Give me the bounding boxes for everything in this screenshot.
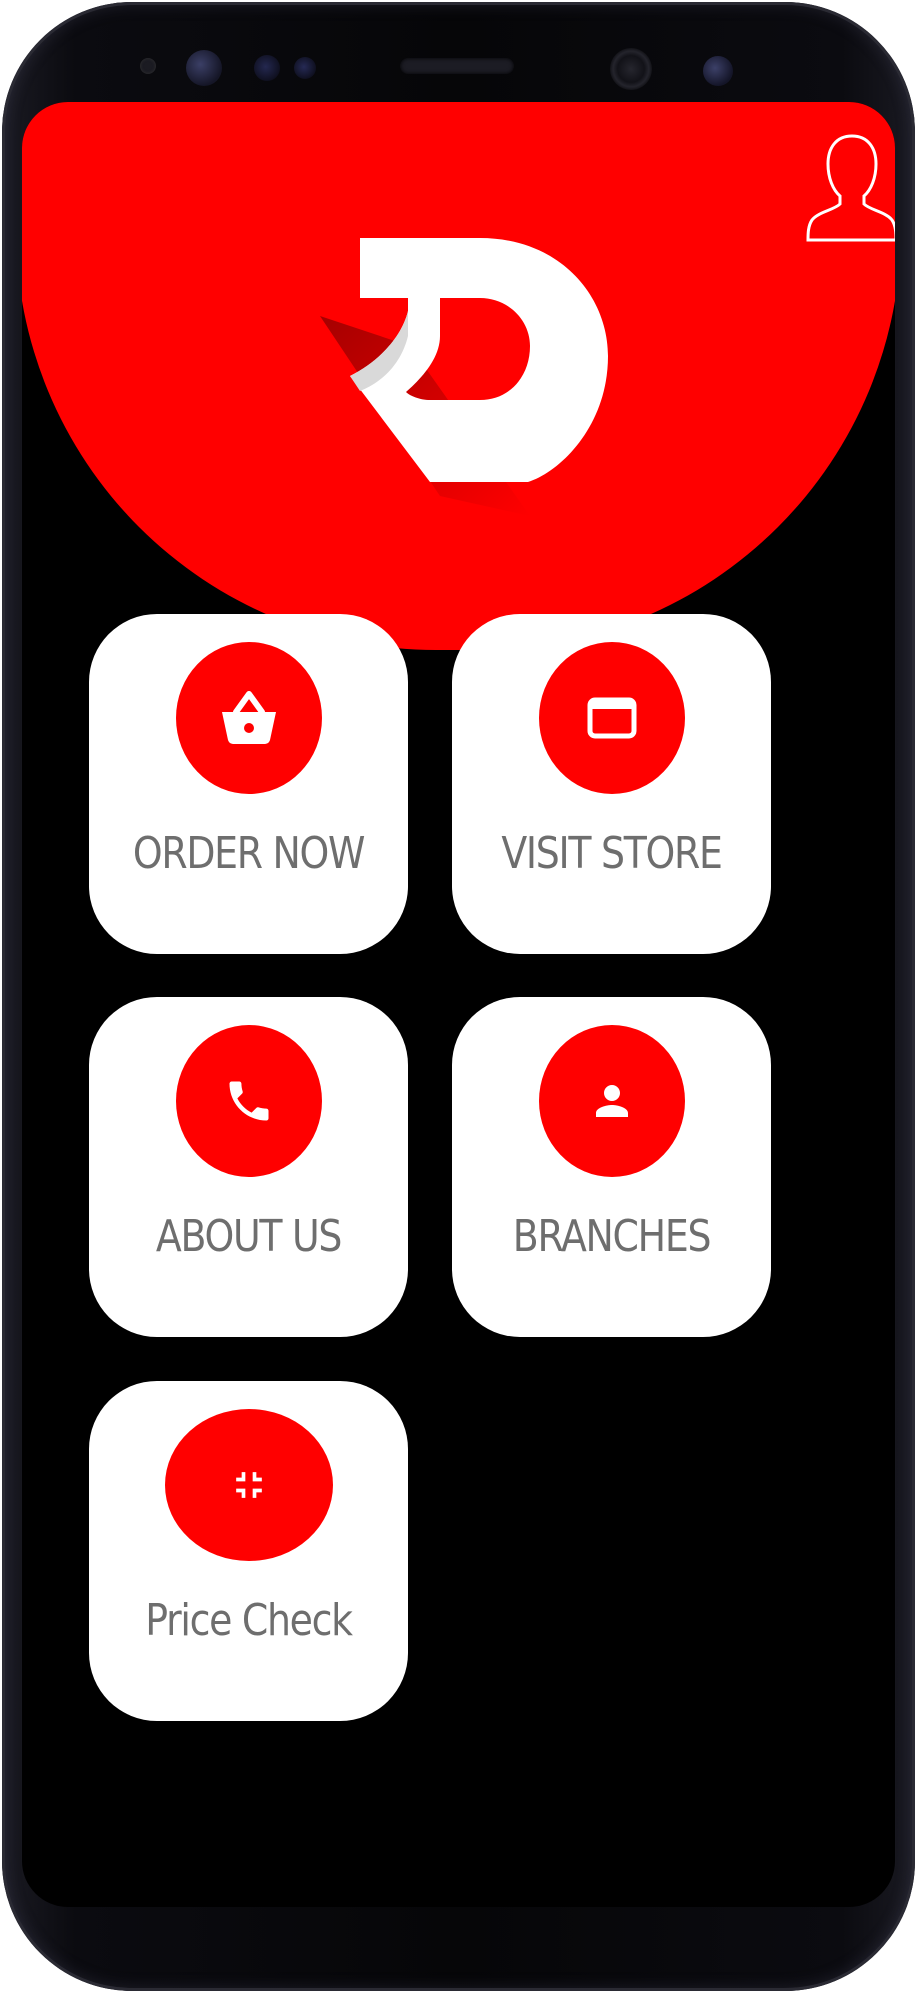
visit-store-label: VISIT STORE (501, 828, 723, 879)
branches-tile[interactable]: BRANCHES (452, 997, 771, 1337)
branches-label: BRANCHES (512, 1211, 712, 1262)
user-profile-icon[interactable] (806, 130, 895, 244)
about-us-icon-circle (175, 1025, 322, 1177)
collapse-arrows-icon (235, 1472, 262, 1498)
visit-store-icon-circle (538, 642, 685, 794)
order-now-icon-circle (175, 642, 322, 794)
order-now-label: ORDER NOW (132, 828, 366, 879)
price-check-tile[interactable]: Price Check (89, 1381, 408, 1721)
visit-store-tile[interactable]: VISIT STORE (452, 614, 771, 954)
web-window-icon (587, 697, 636, 739)
about-us-tile[interactable]: ABOUT US (89, 997, 408, 1337)
app-screen: ORDER NOW VISIT STORE ABOUT US BRANCHES … (22, 102, 895, 1907)
secondary-sensor (703, 56, 733, 86)
price-check-icon-circle (164, 1409, 333, 1561)
about-us-label: ABOUT US (155, 1211, 342, 1262)
phone-icon (229, 1081, 268, 1121)
phone-frame: ORDER NOW VISIT STORE ABOUT US BRANCHES … (0, 0, 917, 1993)
led-sensor (294, 57, 316, 79)
branches-icon-circle (538, 1025, 685, 1177)
front-camera-icon (610, 48, 652, 90)
iris-sensor-icon (186, 50, 222, 86)
light-sensor (254, 55, 280, 81)
order-now-tile[interactable]: ORDER NOW (89, 614, 408, 954)
proximity-sensor (140, 58, 156, 74)
d-logo-icon (320, 238, 608, 516)
earpiece-speaker (400, 58, 514, 74)
price-check-label: Price Check (145, 1595, 353, 1646)
person-icon (595, 1085, 628, 1117)
shopping-basket-icon (221, 691, 276, 744)
